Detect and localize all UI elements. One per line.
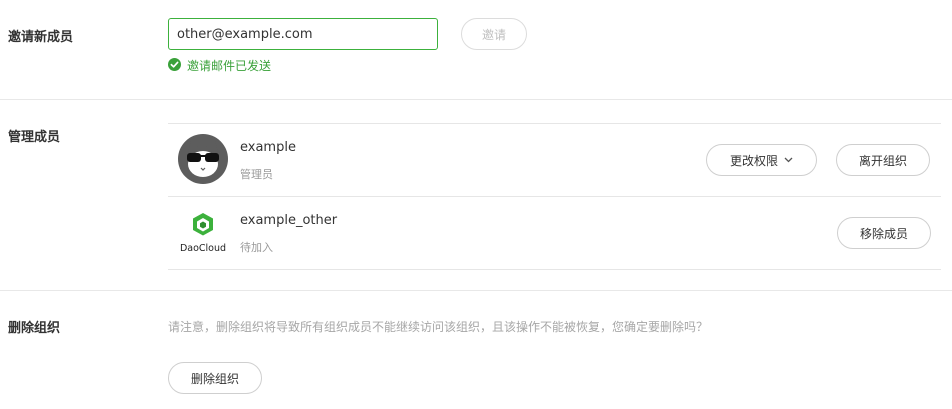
members-list: example 管理员 更改权限 离开组织 DaoCloud example_o… xyxy=(168,123,941,270)
member-name: example_other xyxy=(240,213,338,228)
check-circle-icon xyxy=(168,57,181,74)
leave-org-button[interactable]: 离开组织 xyxy=(836,144,930,176)
org-members-settings: 邀请新成员 邀请 邀请邮件已发送 管理成员 xyxy=(0,0,952,409)
remove-member-button[interactable]: 移除成员 xyxy=(837,217,931,249)
member-role: 待加入 xyxy=(240,241,273,254)
invite-email-input[interactable] xyxy=(168,18,438,50)
cat-avatar-icon xyxy=(178,134,228,184)
members-section-label: 管理成员 xyxy=(8,130,61,145)
daocloud-logo-text: DaoCloud xyxy=(180,243,226,254)
divider xyxy=(0,290,952,291)
invite-button[interactable]: 邀请 xyxy=(461,18,527,50)
chevron-down-icon xyxy=(784,155,793,166)
divider xyxy=(0,99,952,100)
member-row: example 管理员 更改权限 离开组织 xyxy=(168,123,941,196)
member-role: 管理员 xyxy=(240,168,273,181)
invite-success-message: 邀请邮件已发送 xyxy=(168,57,271,74)
change-permission-dropdown[interactable]: 更改权限 xyxy=(706,144,817,176)
member-name: example xyxy=(240,140,296,155)
delete-org-warning: 请注意，删除组织将导致所有组织成员不能继续访问该组织，且该操作不能被恢复，您确定… xyxy=(168,320,709,334)
daocloud-logo-icon: DaoCloud xyxy=(178,207,228,257)
invite-section-label: 邀请新成员 xyxy=(8,30,74,45)
change-permission-label: 更改权限 xyxy=(729,153,778,168)
delete-org-button[interactable]: 删除组织 xyxy=(168,362,262,394)
member-row: DaoCloud example_other 待加入 移除成员 xyxy=(168,196,941,270)
success-text: 邀请邮件已发送 xyxy=(187,59,272,73)
delete-org-section-label: 删除组织 xyxy=(8,321,61,336)
